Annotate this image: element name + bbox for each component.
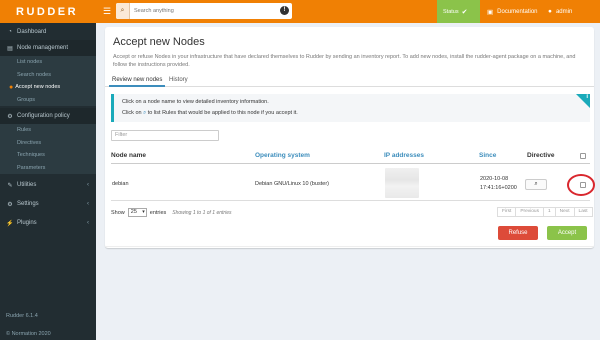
sidebar-item-list-nodes[interactable]: List nodes (0, 56, 96, 69)
sidebar-item-node-management[interactable]: ▤ Node management (0, 40, 96, 56)
page-previous-button[interactable]: Previous (515, 207, 544, 217)
sidebar-item-label: Settings (17, 201, 39, 207)
sidebar-item-label: Node management (17, 45, 69, 51)
sidebar-item-rules[interactable]: Rules (0, 124, 96, 137)
heartbeat-icon: ✔ (461, 8, 468, 16)
select-all-checkbox[interactable] (580, 153, 586, 159)
sidebar-item-label: Utilities (17, 182, 37, 188)
wrench-icon: ✎ (7, 182, 13, 189)
sidebar-item-label: Configuration policy (17, 113, 70, 119)
search-box: ⌕ ! (116, 3, 292, 19)
sidebar-item-directives[interactable]: Directives (0, 136, 96, 149)
top-bar: ☰ ⌕ ! Status ✔ ▣ Documentation ● admin (96, 0, 600, 23)
rudder-logo[interactable]: RUDDER (0, 0, 96, 23)
page-last-button[interactable]: Last (573, 207, 593, 217)
page-title: Accept new Nodes (113, 36, 205, 48)
node-since-date: 2020-10-08 (480, 176, 509, 182)
sidebar-item-label: Accept new nodes (15, 84, 61, 91)
sidebar-item-parameters[interactable]: Parameters (0, 161, 96, 174)
dashboard-icon: ◔ (8, 29, 12, 35)
sidebar: RUDDER ◔ Dashboard ▤ Node management Lis… (0, 0, 96, 340)
user-label: admin (555, 8, 573, 15)
node-name-link[interactable]: debian (112, 181, 129, 187)
info-icon: i (586, 94, 588, 100)
plug-icon: ⚡ (6, 220, 14, 227)
page-first-button[interactable]: First (497, 207, 517, 217)
tab-review-new-nodes[interactable]: Review new nodes (109, 75, 166, 87)
copyright-label: © Normation 2020 (6, 331, 51, 337)
table-row[interactable] (111, 164, 590, 201)
callout-text-a: Click on (122, 110, 142, 116)
sidebar-item-dashboard[interactable]: ◔ Dashboard (0, 24, 96, 40)
sidebar-item-label: Dashboard (17, 29, 47, 35)
sidebar-item-settings[interactable]: ⚙ Settings ‹ (0, 196, 96, 212)
show-rules-button[interactable]: ⌕ (525, 179, 547, 190)
column-header-operating-system[interactable]: Operating system (255, 152, 310, 159)
sitemap-icon: ▤ (7, 45, 13, 52)
chevron-left-icon: ‹ (87, 201, 89, 207)
menu-toggle-icon[interactable]: ☰ (101, 5, 113, 17)
callout-line-1: Click on a node name to view detailed in… (122, 99, 269, 105)
pagination: First Previous 1 Next Last (497, 207, 593, 217)
sidebar-item-label: Plugins (17, 220, 37, 226)
user-icon: ● (548, 8, 552, 15)
search-icon: ⌕ (534, 181, 538, 187)
column-header-since[interactable]: Since (479, 152, 496, 159)
refuse-button[interactable]: Refuse (498, 226, 538, 240)
accept-button[interactable]: Accept (547, 226, 587, 240)
info-icon[interactable]: ! (280, 6, 289, 15)
chevron-down-icon: ▾ (142, 209, 145, 215)
active-dot-icon: ● (9, 83, 14, 91)
highlight-circle (567, 174, 595, 196)
sidebar-item-groups[interactable]: Groups (0, 93, 96, 106)
show-label: Show (111, 209, 125, 216)
column-header-directive: Directive (527, 152, 555, 159)
footer-divider (105, 246, 594, 247)
node-os: Debian GNU/Linux 10 (buster) (255, 181, 329, 187)
cogs-icon: ⚙ (7, 113, 13, 120)
sidebar-item-search-nodes[interactable]: Search nodes (0, 68, 96, 81)
page-size-control: Show 25 ▾ entries Showing 1 to 1 of 1 ent… (111, 208, 232, 217)
filter-input[interactable]: Filter (111, 130, 219, 141)
documentation-link[interactable]: ▣ Documentation (487, 0, 538, 23)
table-info: Showing 1 to 1 of 1 entries (172, 209, 232, 216)
page-next-button[interactable]: Next (554, 207, 575, 217)
tab-bar: Review new nodes History (105, 75, 594, 87)
sidebar-item-configuration-policy[interactable]: ⚙ Configuration policy (0, 108, 96, 124)
callout-text-b: to list Rules that would be applied to t… (147, 110, 298, 116)
sidebar-item-utilities[interactable]: ✎ Utilities ‹ (0, 177, 96, 193)
column-header-node-name[interactable]: Node name (111, 152, 146, 159)
tab-history[interactable]: History (169, 75, 188, 87)
page-size-value: 25 (130, 209, 137, 215)
column-header-ip-addresses[interactable]: IP addresses (384, 152, 424, 159)
sidebar-item-plugins[interactable]: ⚡ Plugins ‹ (0, 215, 96, 231)
entries-label: entries (149, 209, 167, 216)
status-button[interactable]: Status ✔ (437, 0, 480, 23)
page-size-select[interactable]: 25 ▾ (127, 208, 147, 217)
info-callout: Click on a node name to view detailed in… (111, 94, 590, 122)
search-input[interactable] (130, 8, 270, 14)
node-since-time: 17:41:16+0200 (480, 185, 517, 191)
search-icon: ⌕ (143, 110, 147, 116)
version-label: Rudder 6.1.4 (6, 313, 38, 319)
search-icon: ⌕ (116, 3, 130, 19)
book-icon: ▣ (487, 8, 494, 16)
ip-addresses-redacted (385, 168, 419, 198)
sidebar-item-techniques[interactable]: Techniques (0, 149, 96, 162)
documentation-label: Documentation (497, 8, 538, 15)
callout-line-2: Click on ⌕ to list Rules that would be a… (122, 110, 298, 117)
gear-icon: ⚙ (7, 201, 13, 208)
user-menu[interactable]: ● admin (548, 0, 572, 23)
chevron-left-icon: ‹ (87, 220, 89, 226)
page-description: Accept or refuse Nodes in your infrastru… (113, 54, 576, 68)
status-label: Status (443, 8, 459, 15)
chevron-left-icon: ‹ (87, 182, 89, 188)
sidebar-item-accept-new-nodes[interactable]: ● Accept new nodes (0, 81, 96, 94)
